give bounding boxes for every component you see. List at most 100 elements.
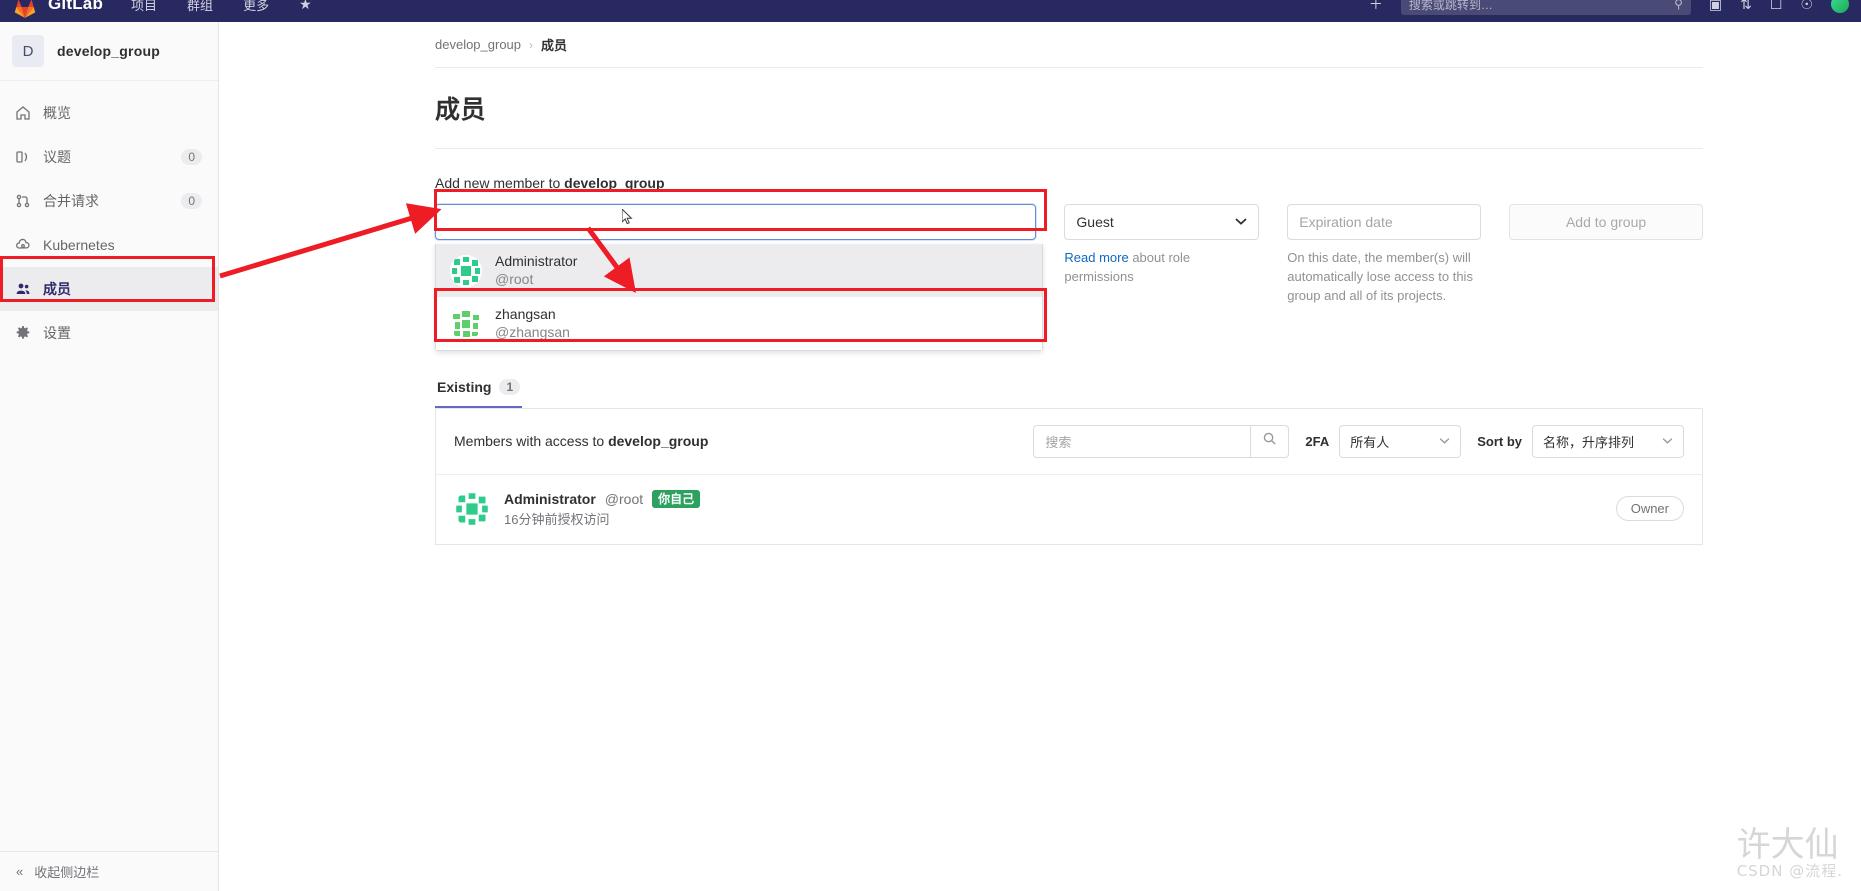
sidebar-collapse-button[interactable]: « 收起侧边栏 [0,851,219,891]
home-icon [14,105,31,122]
avatar [450,254,482,287]
expiration-date-placeholder: Expiration date [1299,214,1393,230]
member-info: Administrator @root 你自己 16分钟前授权访问 [504,489,701,529]
add-to-group-button[interactable]: Add to group [1509,204,1703,240]
members-search-placeholder: 搜索 [1045,434,1072,450]
members-filter-bar: Members with access to develop_group 搜索 [436,408,1702,475]
breadcrumb-current: 成员 [541,38,568,53]
topnav-item-groups[interactable]: 群组 [187,0,213,14]
sidebar-item-members[interactable]: 成员 [0,267,218,311]
sidebar-count-issues: 0 [181,149,202,165]
sidebar-label-members: 成员 [43,281,71,297]
group-name: develop_group [57,43,160,59]
group-avatar: D [12,35,44,67]
suggestion-name: zhangsan [495,306,556,322]
invite-expiration-column: Expiration date On this date, the member… [1287,204,1482,306]
global-search-input[interactable]: 搜索或跳转到… ⚲ [1400,0,1691,15]
members-filter-title: Members with access to develop_group [454,433,708,449]
main-content: develop_group › 成员 成员 Add new member to … [219,22,1861,891]
sort-by-select[interactable]: 名称，升序排列 [1532,424,1684,458]
sidebar-item-kubernetes[interactable]: Kubernetes [0,223,218,267]
members-search-input[interactable]: 搜索 [1033,424,1252,458]
user-avatar[interactable] [1831,0,1849,13]
users-icon [14,281,31,298]
topbar-right-cluster: ＋ 搜索或跳转到… ⚲ ▣ ⇅ ☐ ☉ [1369,0,1849,22]
breadcrumb-group-link[interactable]: develop_group [435,37,521,52]
sidebar-item-merge-requests[interactable]: 合并请求 0 [0,179,218,223]
sidebar-item-settings[interactable]: 设置 [0,311,218,355]
twofa-filter-select[interactable]: 所有人 [1339,424,1462,458]
sidebar-context-header[interactable]: D develop_group [0,22,218,81]
brand-title[interactable]: GitLab [48,0,103,14]
sidebar-label-kubernetes: Kubernetes [43,237,115,253]
members-search-group: 搜索 [1033,424,1290,458]
topnav-item-more[interactable]: 更多 [243,0,269,14]
members-tabs: Existing 1 [435,372,1703,409]
tab-existing-count: 1 [499,378,521,395]
gitlab-logo-icon[interactable] [12,0,38,22]
suggestion-item-zhangsan[interactable]: zhangsan @zhangsan [436,297,1042,350]
suggestion-name: Administrator [495,253,578,269]
mouse-cursor [622,209,633,225]
collapse-chevrons-icon: « [16,864,24,879]
invite-heading-group: develop_group [564,175,665,191]
chevron-down-icon [1235,217,1247,228]
member-access-time: 16分钟前授权访问 [504,512,610,528]
chevron-down-icon [1439,436,1450,447]
collapse-label: 收起侧边栏 [34,865,100,880]
member-name-line: Administrator @root 你自己 [504,489,701,509]
sidebar-item-overview[interactable]: 概览 [0,91,218,135]
shield-icon[interactable]: ★ [299,0,312,11]
topnav-item-projects[interactable]: 项目 [131,0,157,14]
todos-icon[interactable]: ☐ [1770,0,1783,11]
member-search-input[interactable] [435,204,1037,240]
sidebar: D develop_group 概览 议题 0 合并请求 0 Kubernete… [0,22,219,891]
sidebar-count-merge-requests: 0 [181,193,202,209]
tab-existing[interactable]: Existing 1 [435,372,523,408]
sidebar-label-overview: 概览 [43,105,71,121]
expiration-date-input[interactable]: Expiration date [1287,204,1482,240]
invite-members-section: Add new member to develop_group Administ… [219,149,1861,351]
sidebar-item-issues[interactable]: 议题 0 [0,135,218,179]
suggestion-handle: @root [495,270,534,287]
merge-requests-icon[interactable]: ⇅ [1740,0,1752,11]
member-role-cell: Owner [1615,496,1684,522]
watermark-main: 许大仙 [1736,825,1839,865]
sidebar-label-issues: 议题 [43,149,71,165]
invite-role-column: Guest Read more about role permissions [1064,204,1260,287]
table-row: Administrator @root 你自己 16分钟前授权访问 Owner [436,474,1702,544]
invite-user-column: Administrator @root zhangsan @zhangsan [435,204,1043,351]
suggestion-item-administrator[interactable]: Administrator @root [436,244,1042,297]
status-badge: 你自己 [652,489,701,509]
page-title: 成员 [435,96,487,124]
role-select-value: Guest [1076,214,1114,230]
role-help-link[interactable]: Read more [1064,250,1128,265]
watermark-sub: CSDN @流程. [1736,862,1843,880]
global-search-placeholder: 搜索或跳转到… [1408,0,1493,12]
sidebar-label-merge-requests: 合并请求 [43,193,99,209]
member-suggestions-dropdown: Administrator @root zhangsan @zhangsan [435,244,1043,351]
breadcrumb-separator-icon: › [529,37,534,52]
sidebar-label-settings: 设置 [43,325,71,341]
suggestion-text: zhangsan @zhangsan [495,306,570,341]
member-name[interactable]: Administrator [504,490,596,509]
search-icon [1262,431,1277,451]
search-icon: ⚲ [1674,0,1683,11]
plus-icon[interactable]: ＋ [1369,0,1383,11]
members-search-button[interactable] [1251,424,1290,458]
invite-heading-prefix: Add new member to [435,175,565,191]
sort-by-value: 名称，升序排列 [1543,434,1635,450]
kubernetes-icon [14,237,31,254]
sort-by-label: Sort by [1477,433,1522,449]
members-card: Members with access to develop_group 搜索 [435,408,1703,545]
issues-icon[interactable]: ▣ [1709,0,1722,11]
members-filter-controls: 搜索 2FA 所有人 Sort by 名称，升序排列 [1033,424,1684,458]
top-navbar: GitLab 项目 群组 更多 ★ ＋ 搜索或跳转到… ⚲ ▣ ⇅ ☐ ☉ [0,0,1861,22]
role-select[interactable]: Guest [1064,204,1260,240]
merge-request-icon [14,193,31,210]
invite-heading: Add new member to develop_group [435,175,1703,191]
twofa-filter-value: 所有人 [1350,434,1390,450]
help-icon[interactable]: ☉ [1800,0,1813,11]
suggestion-handle: @zhangsan [495,323,570,340]
filter-title-prefix: Members with access to [454,433,609,450]
